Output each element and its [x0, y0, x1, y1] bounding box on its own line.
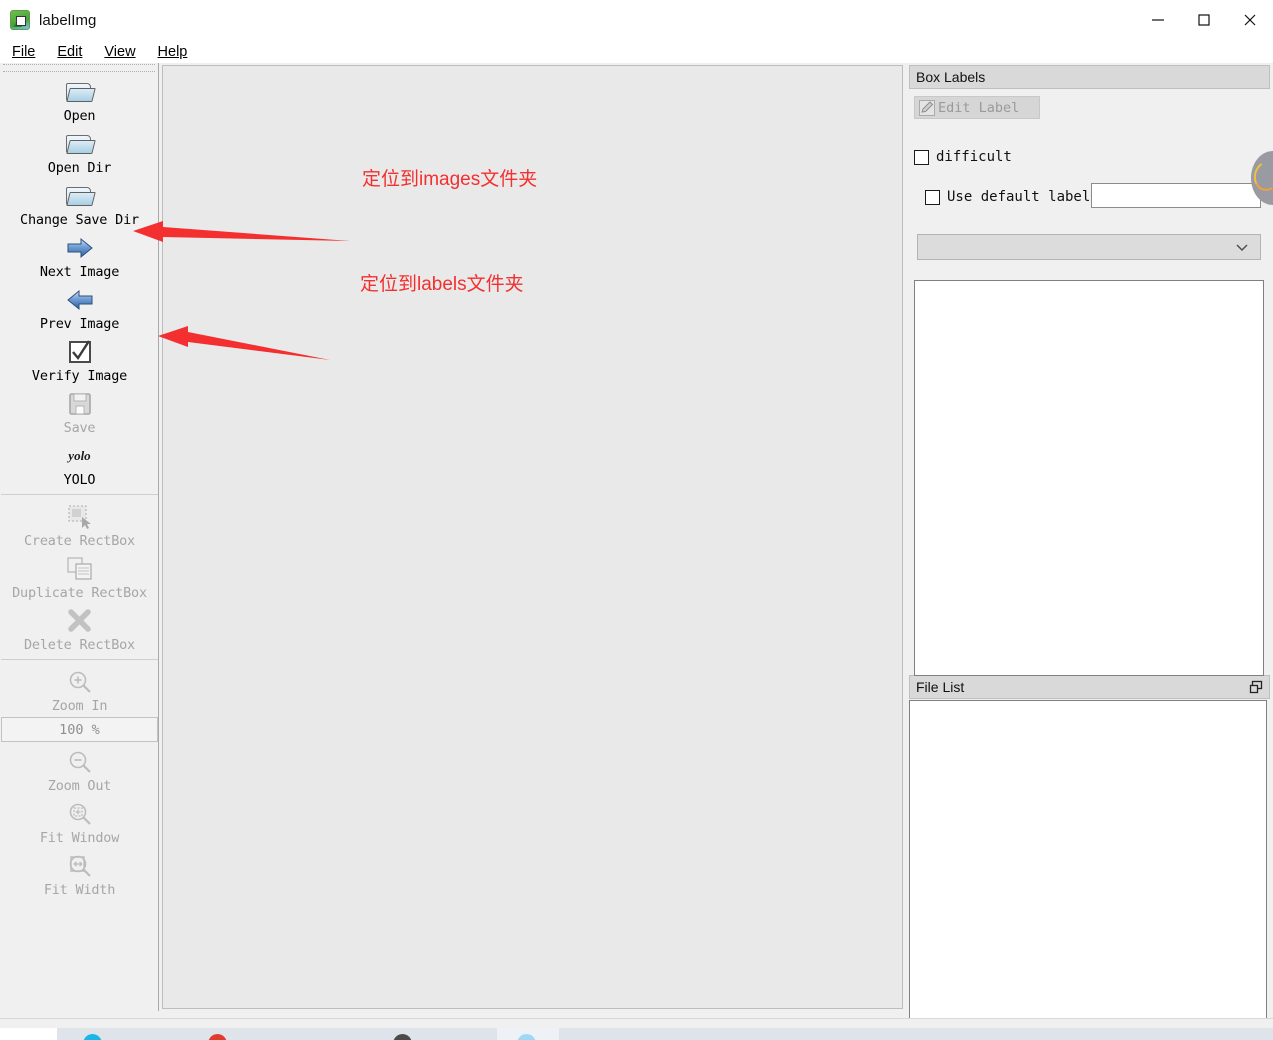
menu-file-label: File: [12, 43, 36, 60]
labelimg-window: labelImg File Edit View Help Open Open D…: [0, 0, 1273, 1040]
taskbar-icon-red[interactable]: [208, 1034, 227, 1040]
edit-label-button-text: Edit Label: [938, 99, 1020, 116]
image-canvas[interactable]: [162, 65, 903, 1009]
open-folder-icon: [63, 180, 97, 211]
difficult-checkbox[interactable]: [914, 149, 929, 165]
toolbar-item-fit-width[interactable]: Fit Width: [0, 846, 158, 898]
difficult-label: difficult: [936, 149, 1012, 165]
labelimg-app-icon: [10, 10, 30, 30]
taskbar-icon-dark[interactable]: [393, 1034, 412, 1040]
yolo-format-icon: yolo: [68, 447, 91, 463]
file-list-dock-title: File List: [909, 675, 1270, 699]
toolbar-item-duplicate-rectbox[interactable]: Duplicate RectBox: [0, 549, 158, 601]
magnifier-plus-icon: [63, 666, 97, 697]
menu-bar: File Edit View Help: [0, 40, 1273, 63]
minimize-icon[interactable]: [1135, 0, 1181, 40]
toolbar-item-next-image[interactable]: Next Image: [0, 228, 158, 280]
toolbar-label-zoom-in: Zoom In: [51, 698, 108, 714]
toolbar-label-duplicate-rectbox: Duplicate RectBox: [12, 585, 147, 601]
toolbar-label-fit-width: Fit Width: [43, 882, 116, 898]
toolbar-item-open[interactable]: Open: [0, 72, 158, 124]
file-list-box[interactable]: [909, 700, 1267, 1023]
toolbar-item-delete-rectbox[interactable]: Delete RectBox: [0, 601, 158, 653]
label-format-combobox[interactable]: [917, 234, 1261, 260]
close-icon[interactable]: [1227, 0, 1273, 40]
window-controls: [1135, 0, 1273, 40]
arrow-right-icon: [63, 232, 97, 263]
edit-label-button[interactable]: Edit Label: [914, 96, 1040, 119]
toolbar-label-open: Open: [63, 108, 96, 124]
toolbar-item-yolo[interactable]: yolo YOLO: [0, 436, 158, 489]
menu-help-label: Help: [157, 43, 188, 60]
title-bar-left: labelImg: [0, 10, 97, 30]
file-list-panel: [909, 699, 1270, 1029]
toolbar-label-prev-image: Prev Image: [39, 316, 120, 332]
toolbar-label-yolo: YOLO: [63, 472, 96, 488]
duplicate-rect-icon: [63, 553, 97, 584]
toolbar-label-fit-window: Fit Window: [39, 830, 120, 846]
toolbar-item-zoom-out[interactable]: Zoom Out: [0, 742, 158, 794]
menu-edit[interactable]: Edit: [55, 43, 84, 61]
label-list[interactable]: [914, 280, 1264, 676]
toolbar-drag-handle[interactable]: [3, 64, 155, 72]
menu-help[interactable]: Help: [156, 43, 190, 61]
toolbar-item-save[interactable]: Save: [0, 384, 158, 436]
toolbar-item-change-save-dir[interactable]: Change Save Dir: [0, 176, 158, 228]
open-folder-icon: [63, 128, 97, 159]
use-default-label-checkbox[interactable]: [925, 189, 940, 205]
use-default-label-checkbox-row[interactable]: Use default label: [925, 189, 1090, 205]
image-canvas-area[interactable]: [160, 63, 905, 1011]
toolbar-separator-1: [1, 494, 158, 495]
main-body: Open Open Dir Change Save Dir Next Image…: [0, 63, 1273, 1023]
box-labels-title-text: Box Labels: [916, 69, 986, 85]
right-dock: Box Labels Edit Label difficult Use defa…: [906, 63, 1273, 1023]
taskbar-icon-blue[interactable]: [83, 1034, 102, 1040]
left-toolbar: Open Open Dir Change Save Dir Next Image…: [0, 63, 159, 1011]
magnifier-fit-window-icon: [63, 798, 97, 829]
floppy-disk-icon: [63, 388, 97, 419]
toolbar-label-save: Save: [63, 420, 96, 436]
difficult-checkbox-row[interactable]: difficult: [914, 149, 1012, 165]
title-bar: labelImg: [0, 0, 1273, 40]
toolbar-label-open-dir: Open Dir: [47, 160, 112, 176]
menu-edit-label: Edit: [57, 43, 83, 60]
toolbar-item-create-rectbox[interactable]: Create RectBox: [0, 497, 158, 549]
toolbar-item-zoom-in[interactable]: Zoom In: [0, 662, 158, 714]
windows-taskbar[interactable]: [0, 1028, 1273, 1040]
status-bar: [0, 1018, 1273, 1028]
open-folder-icon: [63, 76, 97, 107]
file-list-title-text: File List: [916, 679, 965, 695]
magnifier-minus-icon: [63, 746, 97, 777]
zoom-level-field[interactable]: 100 %: [1, 717, 158, 742]
menu-file[interactable]: File: [10, 43, 37, 61]
checkbox-check-icon: [63, 336, 97, 367]
toolbar-label-next-image: Next Image: [39, 264, 120, 280]
undock-icon[interactable]: [1249, 680, 1263, 694]
use-default-label-text: Use default label: [947, 189, 1091, 205]
toolbar-label-change-save-dir: Change Save Dir: [20, 212, 139, 228]
magnifier-fit-width-icon: [63, 850, 97, 881]
taskbar-active-window[interactable]: [0, 1028, 57, 1040]
maximize-icon[interactable]: [1181, 0, 1227, 40]
pencil-edit-icon: [919, 99, 935, 116]
menu-view-label: View: [104, 43, 136, 60]
toolbar-label-create-rectbox: Create RectBox: [24, 533, 135, 549]
box-labels-dock-title: Box Labels: [909, 65, 1270, 89]
menu-view[interactable]: View: [102, 43, 137, 61]
toolbar-item-verify-image[interactable]: Verify Image: [0, 332, 158, 384]
arrow-left-icon: [63, 284, 97, 315]
box-labels-panel: Edit Label difficult Use default label: [909, 89, 1270, 676]
default-label-input[interactable]: [1091, 183, 1261, 208]
toolbar-item-open-dir[interactable]: Open Dir: [0, 124, 158, 176]
window-title: labelImg: [39, 11, 97, 29]
toolbar-separator-2: [1, 659, 158, 660]
chevron-down-icon: [1236, 244, 1248, 251]
toolbar-label-zoom-out: Zoom Out: [47, 778, 112, 794]
toolbar-label-delete-rectbox: Delete RectBox: [24, 637, 135, 653]
toolbar-item-fit-window[interactable]: Fit Window: [0, 794, 158, 846]
toolbar-label-verify-image: Verify Image: [31, 368, 128, 384]
create-rect-icon: [63, 501, 97, 532]
toolbar-item-prev-image[interactable]: Prev Image: [0, 280, 158, 332]
delete-rect-x-icon: [63, 605, 97, 636]
